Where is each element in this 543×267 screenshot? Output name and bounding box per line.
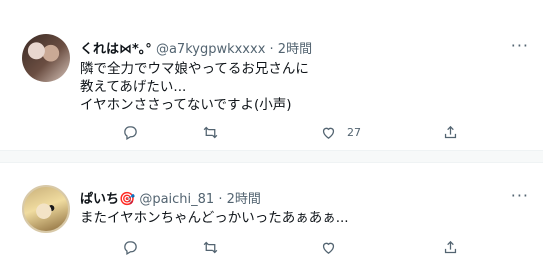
tweet-actions: 27 (80, 124, 470, 144)
like-button[interactable]: 27 (320, 124, 361, 141)
reply-button[interactable] (122, 239, 139, 256)
tweet-text-line: 教えてあげたい... (80, 79, 187, 95)
avatar[interactable] (22, 34, 70, 82)
tweet-text: またイヤホンちゃんどっかいったあぁあぁ... (80, 209, 349, 227)
more-icon[interactable]: ··· (511, 36, 529, 55)
retweet-icon (203, 241, 218, 254)
retweet-button[interactable] (202, 239, 219, 256)
share-icon (444, 125, 457, 139)
like-icon (322, 127, 335, 139)
display-name[interactable]: くれは⋈*｡° (80, 42, 152, 57)
tweet-separator (0, 151, 543, 162)
separator: · (265, 42, 278, 57)
reply-icon (124, 126, 137, 141)
tweet[interactable]: くれは⋈*｡° @a7kygpwkxxxx · 2時間 ··· 隣で全力でウマ娘… (0, 0, 543, 151)
share-button[interactable] (442, 239, 459, 256)
tweet-text-line: またイヤホンちゃんどっかいったあぁあぁ... (80, 210, 349, 226)
share-icon (444, 240, 457, 254)
handle[interactable]: @a7kygpwkxxxx (156, 42, 265, 57)
like-button[interactable] (320, 239, 347, 256)
reply-icon (124, 241, 137, 256)
handle[interactable]: @paichi_81 (139, 192, 214, 207)
share-button[interactable] (442, 124, 459, 141)
tweet-header: くれは⋈*｡° @a7kygpwkxxxx · 2時間 (80, 38, 312, 57)
avatar[interactable] (22, 185, 70, 233)
display-name[interactable]: ぱいち🎯 (80, 192, 135, 207)
more-icon[interactable]: ··· (511, 186, 529, 205)
retweet-icon (203, 126, 218, 139)
tweet-text-line: イヤホンささってないですよ(小声) (80, 97, 292, 113)
tweet-text-line: 隣で全力でウマ娘やってるお兄さんに (80, 61, 309, 77)
like-icon (322, 242, 335, 254)
timestamp[interactable]: 2時間 (278, 42, 312, 57)
tweet-text: 隣で全力でウマ娘やってるお兄さんに 教えてあげたい... イヤホンささってないで… (80, 60, 309, 114)
retweet-button[interactable] (202, 124, 219, 141)
like-count: 27 (347, 126, 361, 139)
reply-button[interactable] (122, 124, 139, 141)
tweet-header: ぱいち🎯 @paichi_81 · 2時間 (80, 188, 261, 207)
timestamp[interactable]: 2時間 (227, 192, 261, 207)
separator: · (214, 192, 227, 207)
tweet-actions (80, 239, 470, 259)
